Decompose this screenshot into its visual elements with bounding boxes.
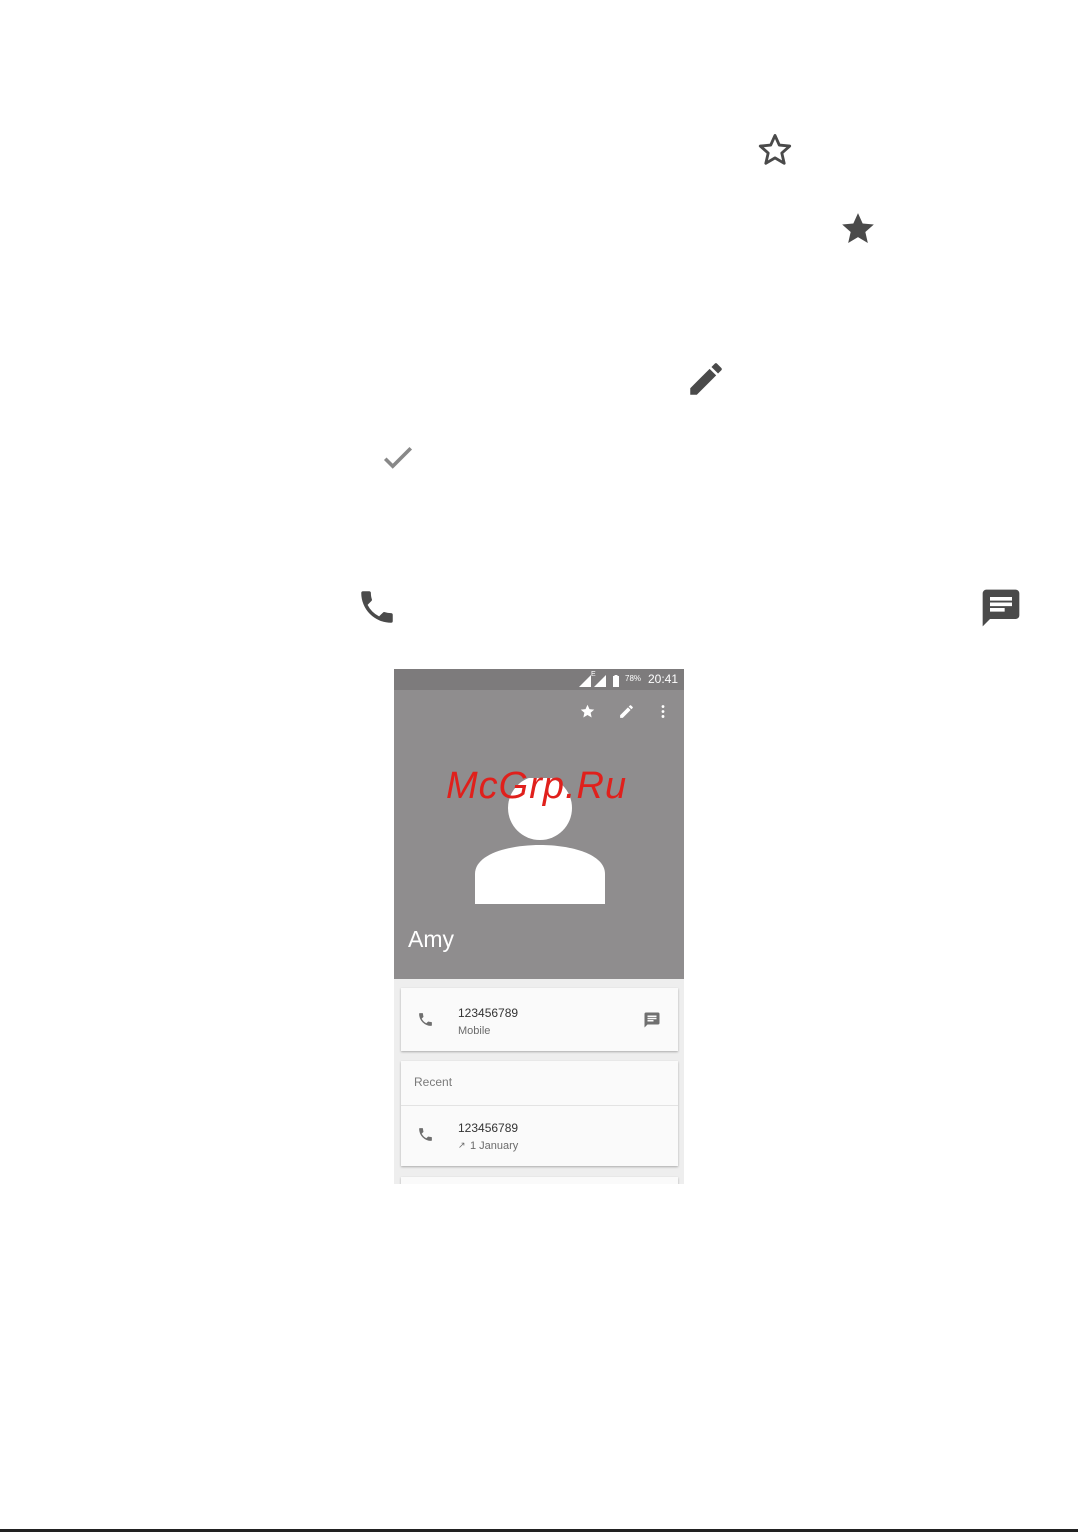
- recent-date: 1 January: [470, 1140, 519, 1152]
- recent-direction-icon: ↗: [458, 1140, 466, 1150]
- watermark-text: McGrp.Ru: [446, 765, 628, 807]
- recent-divider: [401, 1105, 678, 1106]
- status-bar: E 78% 20:41: [394, 669, 684, 690]
- recent-card: Recent 123456789 ↗ 1 January: [401, 1061, 678, 1166]
- contact-details-screenshot: E 78% 20:41 McGrp.Ru Amy 123456789 Mobil…: [394, 669, 684, 1184]
- next-card-edge: [401, 1177, 678, 1184]
- star-filled-icon: [838, 209, 878, 249]
- edit-pencil-icon: [685, 358, 727, 400]
- contact-header: McGrp.Ru Amy: [394, 690, 684, 979]
- message-icon: [978, 586, 1024, 630]
- phone-number-card[interactable]: 123456789 Mobile: [401, 988, 678, 1051]
- check-icon: [378, 440, 418, 476]
- favorite-star-icon[interactable]: [579, 703, 596, 725]
- phone-type: Mobile: [458, 1025, 491, 1037]
- edit-contact-icon[interactable]: [618, 703, 635, 725]
- battery-percent: 78%: [625, 674, 642, 683]
- more-options-icon[interactable]: [659, 703, 667, 725]
- send-message-icon[interactable]: [643, 1011, 661, 1034]
- phone-number: 123456789: [458, 1006, 519, 1020]
- status-time: 20:41: [647, 672, 678, 686]
- contact-name: Amy: [408, 926, 454, 952]
- call-icon[interactable]: [417, 1011, 434, 1033]
- phone-icon: [356, 586, 398, 628]
- star-outline-icon: [755, 131, 795, 169]
- recent-call-icon[interactable]: [417, 1126, 434, 1148]
- recent-number[interactable]: 123456789: [458, 1121, 518, 1135]
- recent-header: Recent: [414, 1075, 453, 1089]
